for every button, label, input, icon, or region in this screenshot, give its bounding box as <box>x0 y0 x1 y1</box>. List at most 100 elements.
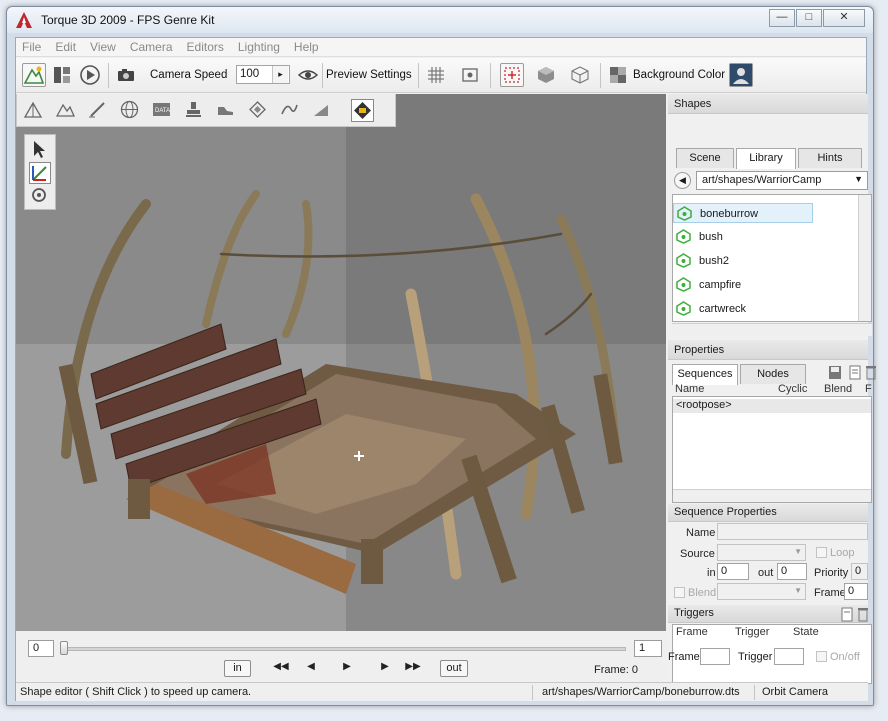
blend-dropdown[interactable]: ▼ <box>717 583 806 600</box>
shape-editor-button[interactable] <box>729 63 753 87</box>
wireframe-render-button[interactable] <box>568 63 592 87</box>
gizmo-tools <box>24 134 56 210</box>
new-sequence-icon[interactable] <box>848 365 862 380</box>
background-color-swatch[interactable] <box>606 63 630 87</box>
step-back-icon[interactable]: ◀ <box>302 661 320 677</box>
menu-camera[interactable]: Camera <box>130 40 173 54</box>
gui-editor-button[interactable] <box>50 63 74 87</box>
move-tool[interactable] <box>29 162 51 184</box>
globe-tool[interactable] <box>119 99 142 122</box>
column-frame[interactable]: Frame <box>676 626 708 638</box>
toolbar-separator <box>322 63 323 88</box>
trigger-frame-field[interactable] <box>700 648 730 665</box>
onoff-checkbox[interactable] <box>816 651 827 662</box>
solid-render-button[interactable] <box>534 63 558 87</box>
loop-checkbox[interactable] <box>816 547 827 558</box>
skip-start-icon[interactable]: ◀◀ <box>272 661 290 677</box>
rotate-tool[interactable] <box>29 185 51 207</box>
list-item[interactable]: bush <box>673 227 813 247</box>
in-frame-field[interactable]: 0 <box>717 563 749 580</box>
menu-view[interactable]: View <box>90 40 116 54</box>
shoe-tool[interactable] <box>215 99 238 122</box>
delete-icon[interactable] <box>864 365 878 380</box>
ramp-tool[interactable] <box>311 99 334 122</box>
end-frame-input[interactable]: 1 <box>634 640 662 657</box>
stamp-tool[interactable] <box>183 99 206 122</box>
library-path-dropdown[interactable]: art/shapes/WarriorCamp ▼ <box>696 171 868 190</box>
preview-settings-label[interactable]: Preview Settings <box>326 69 412 81</box>
set-out-button[interactable]: out <box>440 660 468 677</box>
set-in-button[interactable]: in <box>224 660 251 677</box>
step-forward-icon[interactable]: ▶ <box>376 661 394 677</box>
shape-list-hscrollbar[interactable] <box>672 323 872 336</box>
sequence-list-hscrollbar[interactable] <box>673 489 871 502</box>
save-icon[interactable] <box>828 365 842 380</box>
blend-checkbox[interactable] <box>674 587 685 598</box>
menu-bar: File Edit View Camera Editors Lighting H… <box>16 38 866 57</box>
select-tool[interactable] <box>29 139 51 161</box>
chevron-down-icon: ▼ <box>794 547 802 556</box>
trigger-name-field[interactable] <box>774 648 804 665</box>
menu-editors[interactable]: Editors <box>187 40 224 54</box>
data-tool[interactable]: DATA <box>151 99 174 122</box>
scene-render[interactable] <box>16 94 666 631</box>
mesh-tool[interactable] <box>23 99 46 122</box>
main-window: Torque 3D 2009 - FPS Genre Kit — □ ✕ Fil… <box>6 6 876 706</box>
shape-tools-bar: DATA <box>16 94 396 127</box>
column-f[interactable]: F <box>865 383 872 395</box>
tab-scene-label: Scene <box>689 152 721 164</box>
visibility-button[interactable] <box>296 63 320 87</box>
sequence-name-field[interactable] <box>717 523 868 540</box>
priority-field[interactable]: 0 <box>851 563 868 580</box>
gem-tool[interactable] <box>247 99 270 122</box>
play-icon[interactable]: ▶ <box>338 661 356 677</box>
delete-trigger-icon[interactable] <box>856 607 870 622</box>
world-editor-button[interactable] <box>22 63 46 87</box>
skip-end-icon[interactable]: ▶▶ <box>404 661 422 677</box>
back-arrow-icon[interactable]: ◀ <box>674 172 691 189</box>
tab-scene[interactable]: Scene <box>676 148 734 168</box>
client-area: File Edit View Camera Editors Lighting H… <box>15 37 876 701</box>
minimize-button[interactable]: — <box>769 9 795 27</box>
start-frame-input[interactable]: 0 <box>28 640 54 657</box>
close-button[interactable]: ✕ <box>823 9 865 27</box>
menu-file[interactable]: File <box>22 40 41 54</box>
new-trigger-icon[interactable] <box>840 607 854 622</box>
column-blend[interactable]: Blend <box>824 383 852 395</box>
wave-tool[interactable] <box>279 99 302 122</box>
maximize-button[interactable]: □ <box>796 9 822 27</box>
shape-editor-tool[interactable] <box>351 99 374 122</box>
camera-speed-arrow-icon[interactable]: ▸ <box>272 66 288 83</box>
list-item[interactable]: campfire <box>673 275 813 295</box>
shape-list-scrollbar[interactable] <box>858 195 871 321</box>
tab-hints[interactable]: Hints <box>798 148 862 168</box>
3d-viewport[interactable]: DATA <box>16 94 666 631</box>
fit-camera-button[interactable] <box>458 63 482 87</box>
column-name[interactable]: Name <box>675 383 704 395</box>
menu-help[interactable]: Help <box>294 40 319 54</box>
selection-mode-button[interactable] <box>500 63 524 87</box>
tab-library[interactable]: Library <box>736 148 796 169</box>
tab-nodes[interactable]: Nodes <box>740 364 806 384</box>
list-item[interactable]: cartwreck <box>673 299 813 319</box>
play-game-button[interactable] <box>78 63 102 87</box>
menu-edit[interactable]: Edit <box>55 40 76 54</box>
list-item[interactable]: boneburrow <box>673 203 813 223</box>
timeline-thumb[interactable] <box>60 641 68 655</box>
paint-tool[interactable] <box>87 99 110 122</box>
list-item[interactable]: bush2 <box>673 251 813 271</box>
column-trigger[interactable]: Trigger <box>735 626 769 638</box>
source-dropdown[interactable]: ▼ <box>717 544 806 561</box>
column-cyclic[interactable]: Cyclic <box>778 383 807 395</box>
blend-frame-field[interactable]: 0 <box>844 583 868 600</box>
terrain-tool[interactable] <box>55 99 78 122</box>
title-bar[interactable]: Torque 3D 2009 - FPS Genre Kit — □ ✕ <box>7 7 873 33</box>
grid-toggle-button[interactable] <box>424 63 448 87</box>
tab-sequences[interactable]: Sequences <box>672 364 738 385</box>
menu-lighting[interactable]: Lighting <box>238 40 280 54</box>
out-frame-field[interactable]: 0 <box>777 563 807 580</box>
camera-button[interactable] <box>114 63 138 87</box>
timeline-track[interactable] <box>60 647 626 651</box>
table-row[interactable]: <rootpose> <box>673 399 871 413</box>
column-state[interactable]: State <box>793 626 819 638</box>
